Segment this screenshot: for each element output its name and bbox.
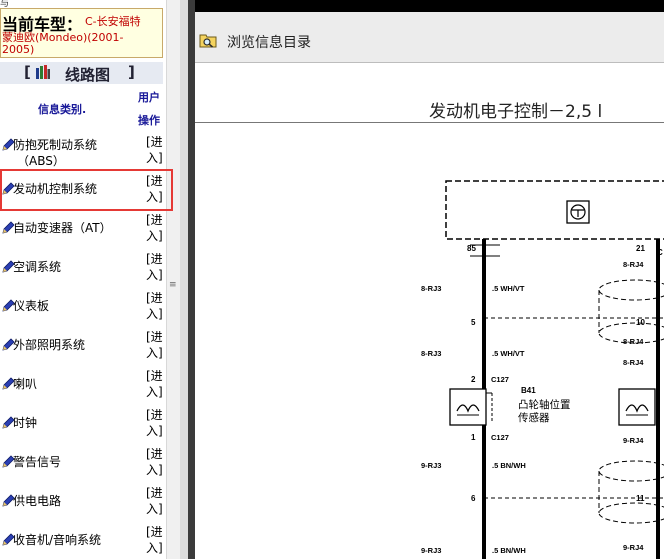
category-link[interactable]: 收音机/音响系统 <box>13 531 101 548</box>
enter-link[interactable]: [进 <box>146 133 163 150</box>
pcm-module-box <box>445 180 664 240</box>
current-model-value-line1: C-长安福特 <box>85 15 141 28</box>
pin-label: 5 <box>471 318 476 327</box>
enter-link[interactable]: [进 <box>146 250 163 267</box>
enter-link[interactable]: [进 <box>146 367 163 384</box>
category-row-air-conditioning: 空调系统 [进 入] <box>0 246 166 282</box>
pin-label: 10 <box>636 318 645 327</box>
category-link[interactable]: 时钟 <box>13 414 37 431</box>
wiring-schematic: 85 21 8-RJ3 8-RJ4 .5 WH/VT 5 10 8-RJ3 8-… <box>421 180 664 559</box>
category-link[interactable]: 防抱死制动系统 <box>13 136 97 153</box>
category-row-instrument-panel: 仪表板 [进 入] <box>0 285 166 321</box>
category-row-radio-audio: 收音机/音响系统 [进 入] <box>0 519 166 555</box>
connector-label: 8-RJ4 <box>623 260 644 269</box>
sensor-id: B41 <box>521 386 536 395</box>
category-link[interactable]: 喇叭 <box>13 375 37 392</box>
category-link-sub[interactable]: （ABS） <box>17 152 65 169</box>
enter-link[interactable]: [进 <box>146 523 163 540</box>
current-model-box: 当前车型： C-长安福特 蒙迪欧(Mondeo)(2001- 2005) <box>0 8 163 58</box>
connector-label: 9-RJ3 <box>421 461 441 470</box>
category-link[interactable]: 仪表板 <box>13 297 49 314</box>
wiring-diagram-page: 发动机电子控制－2,5 l 85 21 8-RJ3 8-RJ4 .5 WH/VT… <box>195 63 664 559</box>
category-link[interactable]: 外部照明系统 <box>13 336 85 353</box>
sensor-right <box>618 388 656 426</box>
connector-label: 8-RJ4 <box>623 358 644 367</box>
enter-link[interactable]: [进 <box>146 211 163 228</box>
pin-label: 11 <box>636 494 645 503</box>
connector-label: C127 <box>491 433 509 442</box>
wire-label: .5 BN/WH <box>492 461 526 470</box>
shield-cylinder-top <box>598 279 664 344</box>
bracket-close: ] <box>128 63 135 81</box>
category-row-auto-transmission: 自动变速器（AT） [进 入] <box>0 207 166 243</box>
current-model-value-line3: 2005) <box>2 43 35 56</box>
wiring-diagram-title: 线路图 <box>65 66 111 84</box>
enter-link[interactable]: 入] <box>146 149 163 166</box>
connector-label: 8-RJ3 <box>421 349 441 358</box>
wire-label: .5 BN/WH <box>492 546 526 555</box>
sensor-left <box>449 388 493 426</box>
connector-label: 9-RJ4 <box>623 436 644 445</box>
pin-label: 85 <box>467 244 476 253</box>
category-row-clock: 时钟 [进 入] <box>0 402 166 438</box>
category-row-power-supply: 供电电路 [进 入] <box>0 480 166 516</box>
connector-label: 9-RJ4 <box>623 543 644 552</box>
category-link[interactable]: 自动变速器（AT） <box>13 219 112 236</box>
pin-label: 6 <box>471 494 476 503</box>
left-frame-scrollbar[interactable]: ≡ <box>166 0 180 559</box>
wiring-diagram-header: [ 线路图 ] <box>0 62 163 84</box>
enter-link[interactable]: [进 <box>146 328 163 345</box>
enter-link[interactable]: 入] <box>146 422 163 439</box>
connector-label: 8-RJ4 <box>623 337 644 346</box>
frame-splitter[interactable] <box>180 0 188 559</box>
pin-label: 21 <box>636 244 645 253</box>
category-row-horn: 喇叭 [进 入] <box>0 363 166 399</box>
category-row-warning-signals: 警告信号 [进 入] <box>0 441 166 477</box>
wire-label: .5 WH/VT <box>492 284 525 293</box>
browse-catalog-link[interactable]: 浏览信息目录 <box>227 32 311 52</box>
shield-cylinder-bottom <box>598 460 664 524</box>
folder-search-icon[interactable] <box>199 32 217 48</box>
top-black-bar <box>195 0 664 12</box>
category-link[interactable]: 空调系统 <box>13 258 61 275</box>
column-header-operation-line1: 用户 <box>138 91 160 104</box>
category-link[interactable]: 供电电路 <box>13 492 61 509</box>
left-navigation-frame: 与 当前车型： C-长安福特 蒙迪欧(Mondeo)(2001- 2005) [… <box>0 0 166 559</box>
bracket-open: [ <box>24 63 31 81</box>
browse-toolbar: 浏览信息目录 <box>195 12 664 63</box>
enter-link[interactable]: [进 <box>146 289 163 306</box>
clipped-top-text: 与 <box>0 0 10 8</box>
enter-link[interactable]: [进 <box>146 406 163 423</box>
enter-link[interactable]: [进 <box>146 484 163 501</box>
enter-link[interactable]: 入] <box>146 461 163 478</box>
frame-splitter-dark <box>188 0 195 559</box>
edge-label: C <box>657 248 663 257</box>
enter-link[interactable]: 入] <box>146 227 163 244</box>
wire-label: .5 WH/VT <box>492 349 525 358</box>
enter-link[interactable]: 入] <box>146 344 163 361</box>
selection-highlight-box <box>0 169 173 211</box>
category-row-exterior-lighting: 外部照明系统 [进 入] <box>0 324 166 360</box>
enter-link[interactable]: 入] <box>146 266 163 283</box>
enter-link[interactable]: 入] <box>146 305 163 322</box>
sensor-name-line1: 凸轮轴位置 <box>518 398 571 411</box>
connector-label: 8-RJ3 <box>421 284 441 293</box>
pin-label: 1 <box>471 433 476 442</box>
pin-label: 2 <box>471 375 476 384</box>
connector-label: C127 <box>491 375 509 384</box>
column-header-operation-line2: 操作 <box>138 114 160 127</box>
column-header-category: 信息类别. <box>38 103 87 116</box>
enter-link[interactable]: 入] <box>146 539 163 556</box>
category-link[interactable]: 警告信号 <box>13 453 61 470</box>
scroll-grip-icon[interactable]: ≡ <box>169 281 178 290</box>
books-icon <box>36 65 50 79</box>
enter-link[interactable]: 入] <box>146 383 163 400</box>
category-row-abs: 防抱死制动系统 （ABS） [进 入] <box>0 129 166 168</box>
enter-link[interactable]: [进 <box>146 445 163 462</box>
connector-label: 9-RJ3 <box>421 546 441 555</box>
enter-link[interactable]: 入] <box>146 500 163 517</box>
sensor-name-line2: 传感器 <box>518 411 550 424</box>
right-content-frame: 浏览信息目录 发动机电子控制－2,5 l 85 21 8-RJ3 8-RJ4 .… <box>195 0 664 559</box>
